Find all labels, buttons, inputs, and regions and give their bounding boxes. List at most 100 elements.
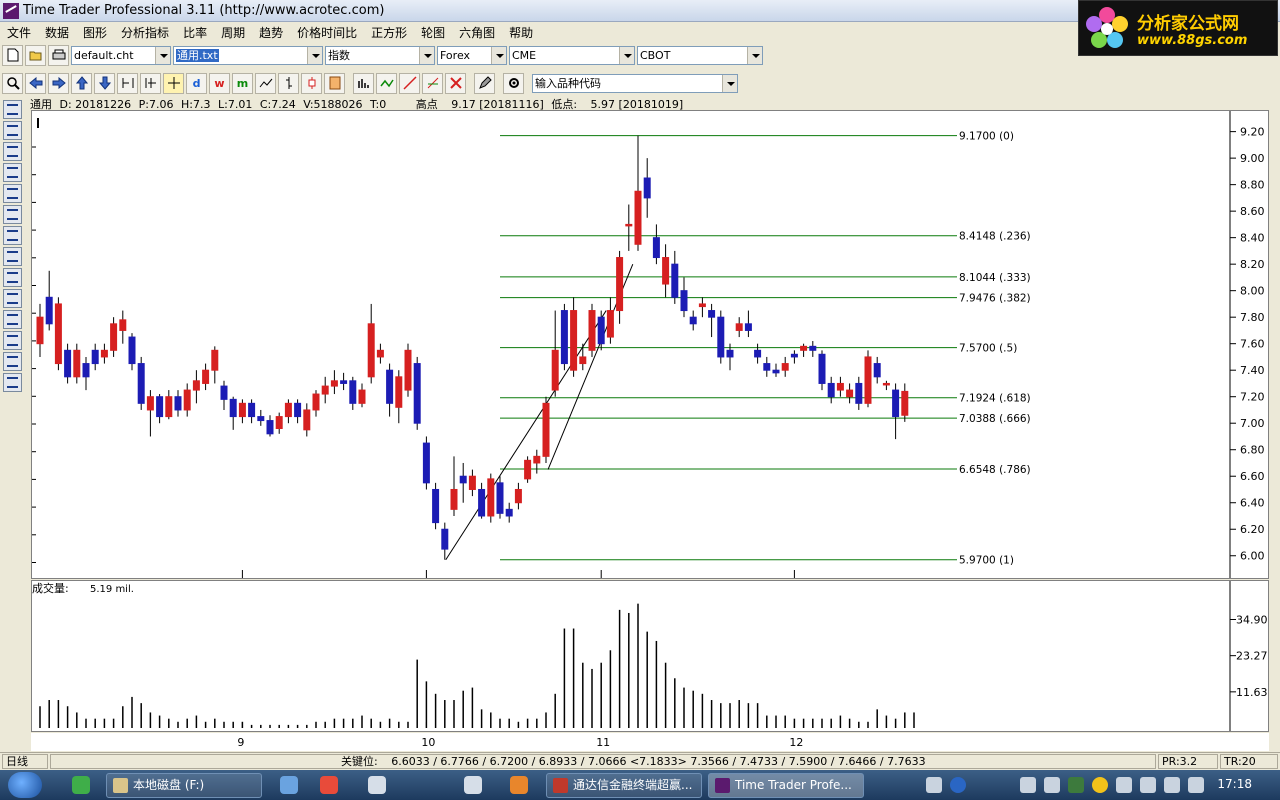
candle-body xyxy=(432,488,440,524)
exchange2-select[interactable]: CBOT xyxy=(637,45,763,65)
signal-icon[interactable] xyxy=(1188,777,1204,793)
tool-quicklaunch-icon[interactable] xyxy=(368,776,386,794)
start-button[interactable] xyxy=(8,772,42,798)
drawing-tool-button-0[interactable] xyxy=(3,100,22,119)
price-chart[interactable]: 9.20 9.00 8.80 8.60 8.40 8.20 8.00 7.80 7.60 7.40… xyxy=(32,111,1268,578)
browser-quicklaunch-icon[interactable] xyxy=(72,776,90,794)
scroll-down-button[interactable] xyxy=(94,72,115,94)
flag-quicklaunch-icon[interactable] xyxy=(320,776,338,794)
candle-chart-button[interactable] xyxy=(301,72,322,94)
drawing-tool-button-8[interactable] xyxy=(3,268,22,287)
overlay-icon xyxy=(329,76,340,90)
pen-button[interactable] xyxy=(474,72,495,94)
menu-item-8[interactable]: 正方形 xyxy=(364,24,414,41)
print-button[interactable] xyxy=(48,44,69,66)
drawing-tool-button-7[interactable] xyxy=(3,247,22,266)
app-quicklaunch-icon[interactable] xyxy=(464,776,482,794)
folder-icon xyxy=(113,778,128,793)
drawing-tool-button-9[interactable] xyxy=(3,289,22,308)
candle-body xyxy=(708,310,716,318)
drawing-tool-icon xyxy=(7,146,18,157)
open-folder-button[interactable] xyxy=(25,44,46,66)
overlay-button[interactable] xyxy=(324,72,345,94)
scroll-left-button[interactable] xyxy=(25,72,46,94)
drawing-tool-button-6[interactable] xyxy=(3,226,22,245)
drawing-tool-button-4[interactable] xyxy=(3,184,22,203)
speaker-icon[interactable] xyxy=(1116,777,1132,793)
volume-button[interactable] xyxy=(353,72,374,94)
tray-app-icon[interactable] xyxy=(926,777,942,793)
candle-body xyxy=(303,409,311,431)
symbol-code-input[interactable]: 输入品种代码 xyxy=(532,73,738,93)
candle-body xyxy=(358,389,366,404)
drawing-tool-button-1[interactable] xyxy=(3,121,22,140)
menu-item-10[interactable]: 六角图 xyxy=(452,24,502,41)
fibonacci-button[interactable] xyxy=(422,72,443,94)
menu-item-7[interactable]: 价格时间比 xyxy=(290,24,364,41)
expand-button[interactable] xyxy=(140,72,161,94)
volume-chart-panel[interactable]: 成交量: 5.19 mil. 34.90 23.27 11.63 xyxy=(31,580,1269,732)
volume-tick-label: 11.63 xyxy=(1236,686,1268,699)
chart-toolbar: d w m 输入品种代码 xyxy=(0,71,1078,95)
ie-quicklaunch-icon[interactable] xyxy=(280,776,298,794)
weekly-button[interactable]: w xyxy=(209,72,230,94)
key-levels-values: 6.6033 / 6.7766 / 6.7200 / 6.8933 / 7.06… xyxy=(391,755,926,768)
bar-chart-button[interactable] xyxy=(278,72,299,94)
chevron-down-icon xyxy=(619,46,634,64)
new-file-button[interactable] xyxy=(2,44,23,66)
printer-icon xyxy=(52,49,65,60)
monthly-button[interactable]: m xyxy=(232,72,253,94)
menu-item-11[interactable]: 帮助 xyxy=(502,24,540,41)
drawing-tool-button-11[interactable] xyxy=(3,331,22,350)
price-chart-panel[interactable]: 9.20 9.00 8.80 8.60 8.40 8.20 8.00 7.80 7.60 7.40… xyxy=(31,110,1269,579)
drawing-tool-button-12[interactable] xyxy=(3,352,22,371)
market-select[interactable]: Forex xyxy=(437,45,507,65)
tray-icon[interactable] xyxy=(1044,777,1060,793)
line-chart-button[interactable] xyxy=(255,72,276,94)
chart-file-select[interactable]: default.cht xyxy=(71,45,171,65)
crosshair-button[interactable] xyxy=(163,72,184,94)
candle-body xyxy=(901,390,909,416)
menu-item-9[interactable]: 轮图 xyxy=(414,24,452,41)
indicator-button[interactable] xyxy=(376,72,397,94)
drawing-tool-button-5[interactable] xyxy=(3,205,22,224)
menu-item-5[interactable]: 周期 xyxy=(214,24,252,41)
compress-button[interactable] xyxy=(117,72,138,94)
scroll-right-button[interactable] xyxy=(48,72,69,94)
plus-icon[interactable] xyxy=(1092,777,1108,793)
app-logo-icon xyxy=(3,2,19,19)
task-tongdaxin[interactable]: 通达信金融终端超赢... xyxy=(546,773,702,798)
menu-item-1[interactable]: 数据 xyxy=(38,24,76,41)
menu-item-2[interactable]: 图形 xyxy=(76,24,114,41)
task-time-trader[interactable]: Time Trader Profe... xyxy=(708,773,864,798)
help-icon[interactable] xyxy=(950,777,966,793)
menu-item-6[interactable]: 趋势 xyxy=(252,24,290,41)
shield-icon[interactable] xyxy=(1068,777,1084,793)
zoom-button[interactable] xyxy=(2,72,23,94)
trendline-button[interactable] xyxy=(399,72,420,94)
exchange1-select[interactable]: CME xyxy=(509,45,635,65)
volume-tick-label: 23.27 xyxy=(1236,650,1268,663)
candle-body xyxy=(505,508,513,517)
clock[interactable]: 17:18 xyxy=(1217,777,1252,791)
daily-button[interactable]: d xyxy=(186,72,207,94)
menu-item-3[interactable]: 分析指标 xyxy=(114,24,176,41)
task-local-disk[interactable]: 本地磁盘 (F:) xyxy=(106,773,262,798)
drawing-tool-button-3[interactable] xyxy=(3,163,22,182)
menu-item-0[interactable]: 文件 xyxy=(0,24,38,41)
tray-network-tool-icon[interactable] xyxy=(1020,777,1036,793)
volume-chart[interactable]: 成交量: 5.19 mil. 34.90 23.27 11.63 xyxy=(32,581,1268,731)
drawing-tool-button-13[interactable] xyxy=(3,373,22,392)
symbol-file-select[interactable]: 通用.txt xyxy=(173,45,323,65)
settings-button[interactable] xyxy=(503,72,524,94)
scroll-up-button[interactable] xyxy=(71,72,92,94)
index-type-select[interactable]: 指数 xyxy=(325,45,435,65)
menu-item-4[interactable]: 比率 xyxy=(176,24,214,41)
drawing-tool-button-2[interactable] xyxy=(3,142,22,161)
tray-icon[interactable] xyxy=(1164,777,1180,793)
firefox-quicklaunch-icon[interactable] xyxy=(510,776,528,794)
candle-body xyxy=(468,475,476,490)
drawing-tool-button-10[interactable] xyxy=(3,310,22,329)
tray-icon[interactable] xyxy=(1140,777,1156,793)
delete-drawing-button[interactable] xyxy=(445,72,466,94)
